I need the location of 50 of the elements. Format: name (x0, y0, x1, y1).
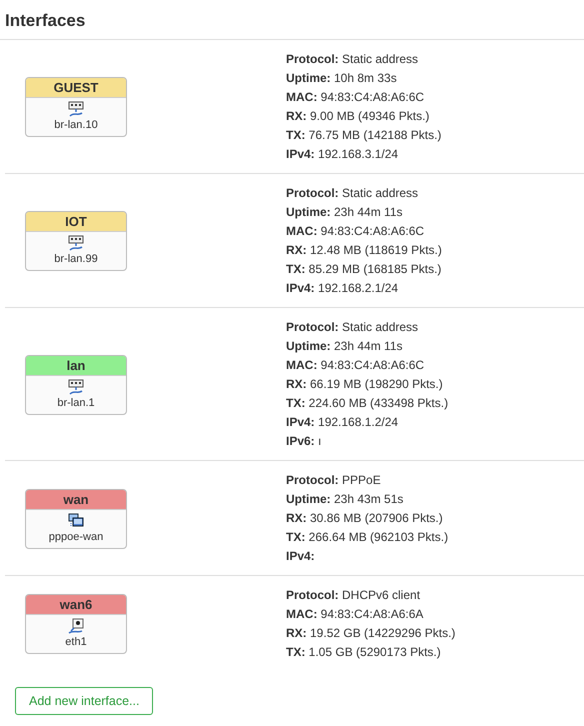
info-line: IPv6: ı (286, 433, 322, 450)
info-line: MAC: 94:83:C4:A8:A6:6C (286, 223, 426, 240)
device-name: br-lan.1 (57, 396, 95, 410)
info-line: TX: 266.64 MB (962103 Pkts.) (286, 529, 448, 546)
info-line: MAC: 94:83:C4:A8:A6:6C (286, 89, 426, 106)
info-line: Uptime: 23h 43m 51s (286, 491, 404, 508)
info-line: Uptime: 23h 44m 11s (286, 338, 404, 355)
section-title: Interfaces (0, 0, 584, 40)
info-line: Uptime: 23h 44m 11s (286, 204, 404, 221)
device-name: pppoe-wan (48, 530, 104, 544)
interface-badge[interactable]: wan6 eth1 (25, 594, 127, 654)
interface-badge[interactable]: IOT br-lan.99 (25, 211, 127, 271)
interface-name: GUEST (26, 78, 126, 98)
info-line: TX: 1.05 GB (5290173 Pkts.) (286, 644, 442, 661)
info-line: Uptime: 10h 8m 33s (286, 70, 398, 87)
info-line: Protocol: Static address (286, 319, 420, 336)
info-line: Protocol: Static address (286, 185, 420, 202)
interface-badge[interactable]: GUEST br-lan.10 (25, 77, 127, 137)
info-line: MAC: 94:83:C4:A8:A6:6A (286, 606, 424, 623)
info-line: RX: 19.52 GB (14229296 Pkts.) (286, 625, 456, 642)
add-interface-button[interactable]: Add new interface... (15, 687, 154, 715)
device-name: br-lan.10 (54, 118, 98, 132)
info-line: RX: 12.48 MB (118619 Pkts.) (286, 242, 442, 259)
network-switch-icon (68, 101, 84, 117)
interface-name: wan (26, 490, 126, 510)
info-line: Protocol: PPPoE (286, 472, 382, 489)
network-switch-icon (68, 235, 84, 251)
device-name: br-lan.99 (54, 252, 98, 266)
info-line: IPv4: 192.168.2.1/24 (286, 280, 400, 297)
info-line: TX: 85.29 MB (168185 Pkts.) (286, 261, 442, 278)
info-line: IPv4: 192.168.1.2/24 (286, 414, 400, 431)
interface-name: lan (26, 356, 126, 376)
info-line: RX: 9.00 MB (49346 Pkts.) (286, 108, 430, 125)
network-switch-icon (68, 378, 84, 394)
info-line: RX: 66.19 MB (198290 Pkts.) (286, 376, 444, 393)
info-line: RX: 30.86 MB (207906 Pkts.) (286, 510, 444, 527)
interface-badge[interactable]: lan br-lan.1 (25, 354, 127, 414)
info-line: IPv4: 192.168.3.1/24 (286, 146, 400, 163)
interface-name: wan6 (26, 595, 126, 615)
info-line: TX: 224.60 MB (433498 Pkts.) (286, 395, 448, 412)
info-line: MAC: 94:83:C4:A8:A6:6C (286, 357, 426, 374)
info-line: IPv4: (286, 548, 316, 565)
interface-badge[interactable]: wan pppoe-wan (25, 488, 127, 548)
computers-icon (68, 512, 84, 528)
interface-name: IOT (26, 212, 126, 232)
info-line: Protocol: Static address (286, 51, 420, 68)
info-line: TX: 76.75 MB (142188 Pkts.) (286, 127, 442, 144)
ethernet-port-icon (68, 618, 84, 634)
info-line: Protocol: DHCPv6 client (286, 587, 422, 604)
device-name: eth1 (65, 635, 87, 649)
